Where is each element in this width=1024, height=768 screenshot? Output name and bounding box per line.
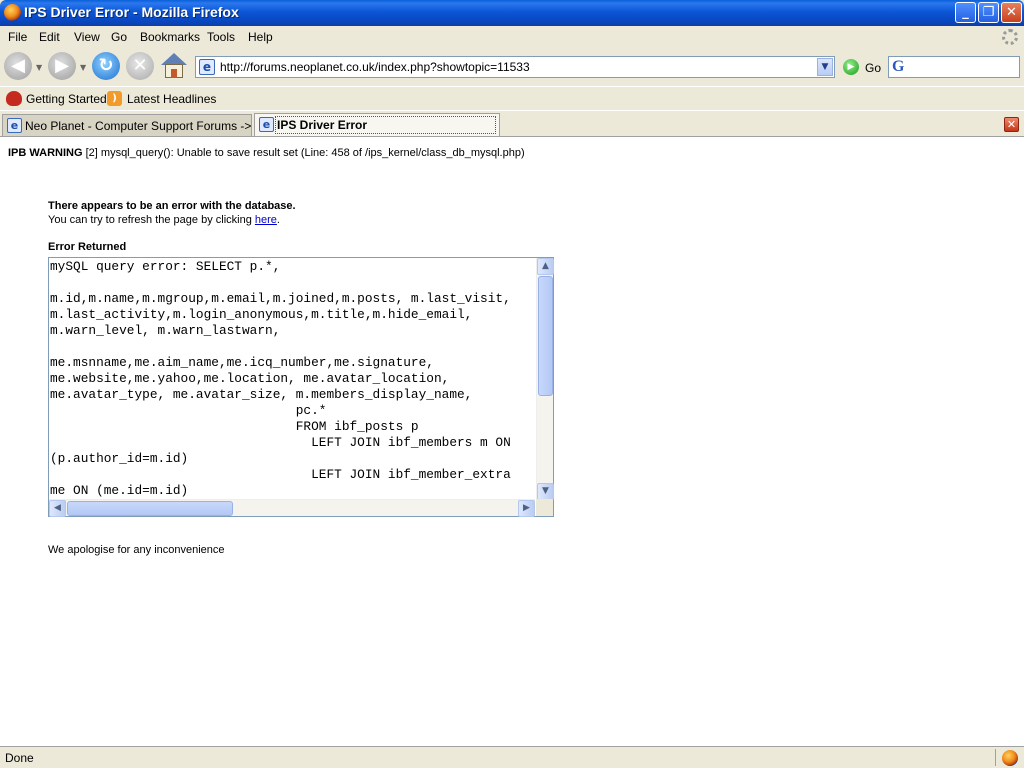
error-returned-label: Error Returned bbox=[48, 241, 127, 253]
stop-icon: ✕ bbox=[132, 55, 148, 76]
navigation-toolbar: ◀ ▼ ▶ ▼ ↻ ✕ e http://forums.neoplanet.co… bbox=[0, 48, 1024, 86]
stop-button[interactable]: ✕ bbox=[126, 52, 154, 80]
page-content: IPB WARNING [2] mysql_query(): Unable to… bbox=[0, 137, 1024, 746]
scroll-up-icon[interactable]: ▲ bbox=[537, 258, 554, 275]
menu-bar: File Edit View Go Bookmarks Tools Help bbox=[0, 26, 1024, 48]
menu-go[interactable]: Go bbox=[111, 30, 127, 44]
apology-text: We apologise for any inconvenience bbox=[48, 544, 225, 556]
error-text-line: m.warn_level, m.warn_lastwarn, bbox=[50, 323, 281, 338]
minimize-button[interactable]: _ bbox=[955, 2, 976, 23]
back-button[interactable]: ◀ bbox=[4, 52, 32, 80]
horizontal-scroll-thumb[interactable] bbox=[67, 501, 233, 516]
error-heading: There appears to be an error with the da… bbox=[48, 200, 296, 212]
getting-started-icon bbox=[6, 91, 22, 106]
refresh-instructions: You can try to refresh the page by click… bbox=[48, 214, 280, 226]
error-text-line: me.website,me.yahoo,me.location, me.avat… bbox=[50, 371, 450, 386]
scroll-down-icon[interactable]: ▼ bbox=[537, 483, 554, 500]
menu-tools[interactable]: Tools bbox=[207, 30, 235, 44]
url-dropdown-icon[interactable]: ▼ bbox=[817, 58, 833, 76]
page-icon: e bbox=[7, 118, 22, 133]
home-button[interactable] bbox=[160, 51, 188, 81]
rss-icon: ) bbox=[107, 91, 122, 106]
go-icon[interactable]: ▶ bbox=[843, 59, 859, 75]
vertical-scroll-thumb[interactable] bbox=[538, 276, 553, 396]
scroll-left-icon[interactable]: ◀ bbox=[49, 500, 66, 517]
error-text-line bbox=[50, 339, 535, 355]
error-text-line: FROM ibf_posts p bbox=[50, 419, 419, 434]
error-text-line: m.last_activity,m.login_anonymous,m.titl… bbox=[50, 307, 473, 322]
close-button[interactable]: ✕ bbox=[1001, 2, 1022, 23]
tab-ips-driver-error[interactable]: e IPS Driver Error bbox=[254, 113, 500, 136]
window-title: IPS Driver Error - Mozilla Firefox bbox=[24, 4, 239, 20]
back-arrow-icon: ◀ bbox=[11, 55, 25, 76]
error-text-line: me.avatar_type, me.avatar_size, m.member… bbox=[50, 387, 473, 402]
error-text-line: (p.author_id=m.id) bbox=[50, 451, 189, 466]
ipb-warning: IPB WARNING [2] mysql_query(): Unable to… bbox=[8, 147, 525, 159]
warning-message: [2] mysql_query(): Unable to save result… bbox=[82, 147, 525, 159]
tab-label: Neo Planet - Computer Support Forums -> … bbox=[25, 119, 265, 133]
error-text-line: m.id,m.name,m.mgroup,m.email,m.joined,m.… bbox=[50, 291, 511, 306]
tab-label: IPS Driver Error bbox=[277, 118, 368, 132]
bookmarks-toolbar: Getting Started ) Latest Headlines bbox=[0, 86, 1024, 110]
page-icon: e bbox=[259, 117, 274, 132]
error-text-line: LEFT JOIN ibf_member_extra bbox=[50, 467, 511, 482]
error-textarea[interactable]: mySQL query error: SELECT p.*, m.id,m.na… bbox=[48, 257, 554, 517]
menu-help[interactable]: Help bbox=[248, 30, 273, 44]
close-tab-icon[interactable]: ✕ bbox=[1004, 117, 1019, 132]
url-bar[interactable]: e http://forums.neoplanet.co.uk/index.ph… bbox=[195, 56, 835, 78]
warning-label: IPB WARNING bbox=[8, 147, 83, 159]
bookmark-getting-started[interactable]: Getting Started bbox=[26, 92, 107, 106]
reload-icon: ↻ bbox=[98, 55, 114, 76]
forward-button[interactable]: ▶ bbox=[48, 52, 76, 80]
maximize-button[interactable]: ❐ bbox=[978, 2, 999, 23]
refresh-text: You can try to refresh the page by click… bbox=[48, 214, 255, 226]
menu-bookmarks[interactable]: Bookmarks bbox=[140, 30, 200, 44]
back-dropdown-icon[interactable]: ▼ bbox=[36, 63, 42, 72]
scrollbar-corner bbox=[536, 499, 553, 516]
menu-file[interactable]: File bbox=[8, 30, 27, 44]
error-text-line: mySQL query error: SELECT p.*, bbox=[50, 259, 281, 274]
error-text[interactable]: mySQL query error: SELECT p.*, m.id,m.na… bbox=[49, 258, 535, 500]
url-text[interactable]: http://forums.neoplanet.co.uk/index.php?… bbox=[220, 60, 530, 74]
error-text-line: me.msnname,me.aim_name,me.icq_number,me.… bbox=[50, 355, 434, 370]
scroll-right-icon[interactable]: ▶ bbox=[518, 500, 535, 517]
error-text-line bbox=[50, 275, 535, 291]
throbber-icon bbox=[1002, 29, 1018, 45]
forward-arrow-icon: ▶ bbox=[55, 55, 69, 76]
page-icon: e bbox=[199, 59, 215, 75]
error-text-line: pc.* bbox=[50, 403, 327, 418]
menu-view[interactable]: View bbox=[74, 30, 100, 44]
search-input[interactable]: G bbox=[888, 56, 1020, 78]
error-text-line: me ON (me.id=m.id) bbox=[50, 483, 189, 498]
status-bar: Done bbox=[0, 746, 1024, 768]
forward-dropdown-icon[interactable]: ▼ bbox=[80, 63, 86, 72]
tab-neoplanet-forums[interactable]: e Neo Planet - Computer Support Forums -… bbox=[2, 114, 265, 136]
firefox-icon bbox=[4, 4, 21, 21]
refresh-link[interactable]: here bbox=[255, 214, 277, 226]
firefox-status-icon bbox=[1002, 750, 1018, 766]
horizontal-scrollbar[interactable]: ◀ ▶ bbox=[49, 499, 535, 517]
title-bar: IPS Driver Error - Mozilla Firefox _ ❐ ✕ bbox=[0, 0, 1024, 26]
status-text: Done bbox=[5, 751, 34, 765]
error-text-line: LEFT JOIN ibf_members m ON bbox=[50, 435, 511, 450]
google-search-icon[interactable]: G bbox=[892, 58, 904, 76]
tab-bar: e Neo Planet - Computer Support Forums -… bbox=[0, 110, 1024, 137]
reload-button[interactable]: ↻ bbox=[92, 52, 120, 80]
vertical-scrollbar[interactable]: ▲ ▼ bbox=[536, 258, 554, 500]
go-button[interactable]: Go bbox=[865, 61, 881, 75]
bookmark-latest-headlines[interactable]: Latest Headlines bbox=[127, 92, 216, 106]
menu-edit[interactable]: Edit bbox=[39, 30, 60, 44]
